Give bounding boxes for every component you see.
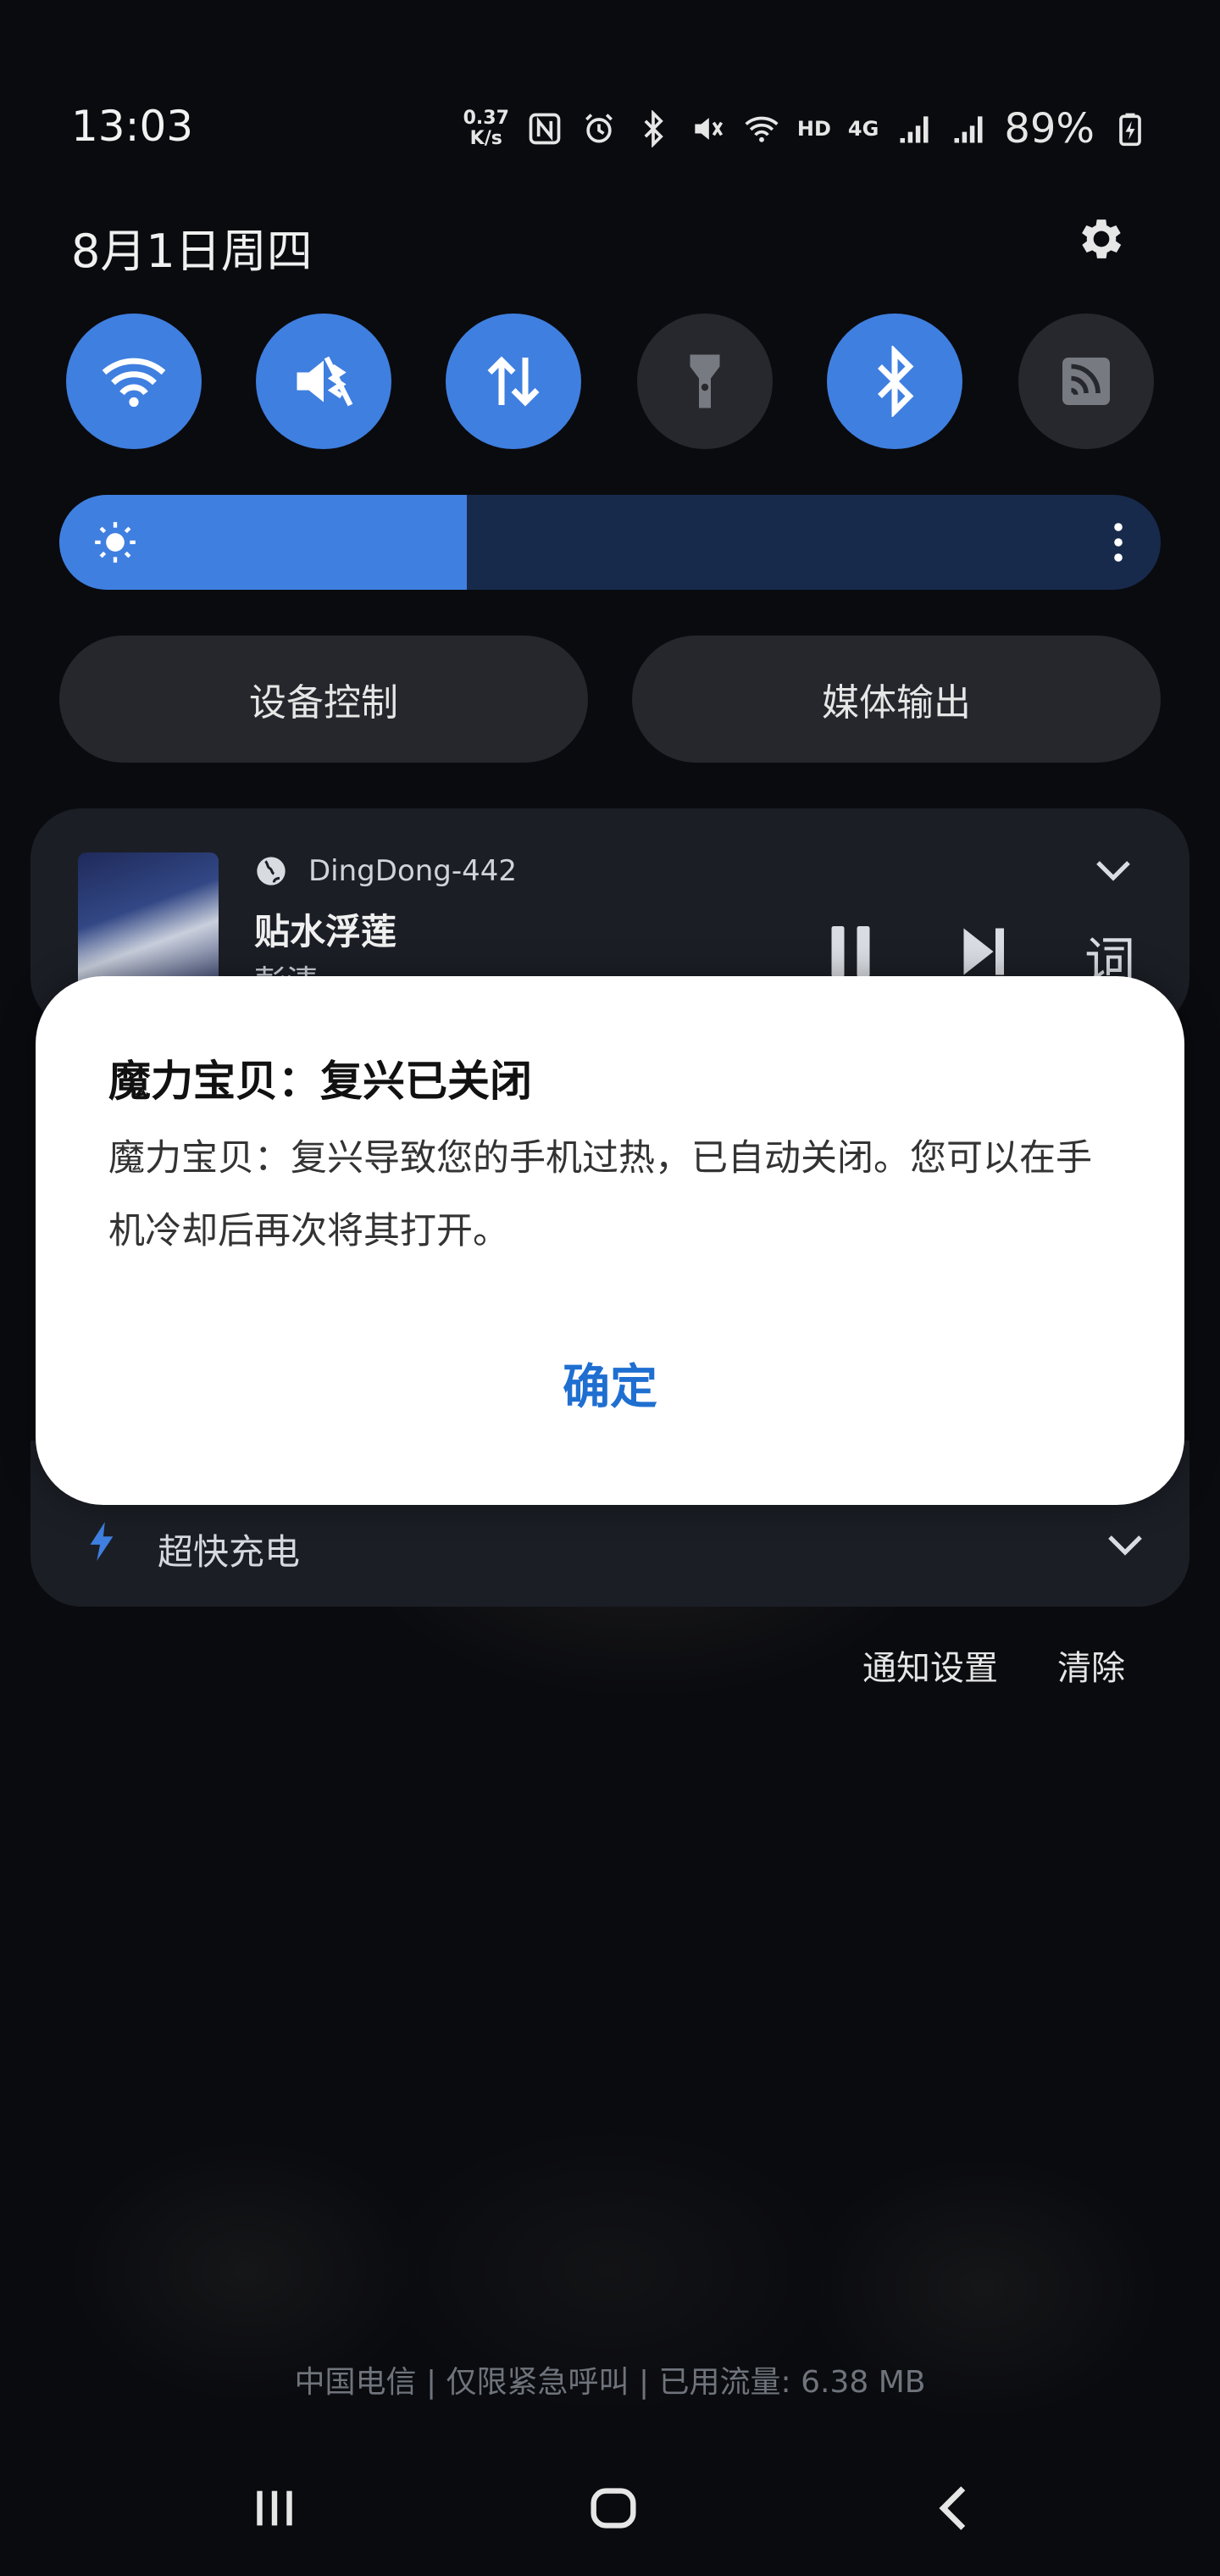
mobile-data-icon [487, 356, 540, 407]
globe-icon [257, 857, 286, 886]
toggle-flashlight[interactable] [637, 314, 773, 449]
flashlight-icon [690, 354, 720, 408]
media-app-name: DingDong-442 [308, 854, 518, 888]
charging-label: 超快充电 [158, 1531, 301, 1573]
wifi-icon [743, 110, 780, 147]
mute-icon [689, 110, 726, 147]
dialog-message: 魔力宝贝：复兴导致您的手机过热，已自动关闭。您可以在手机冷却后再次将其打开。 [108, 1137, 1092, 1252]
chevron-down-icon[interactable] [1093, 856, 1134, 886]
sun-icon [95, 522, 136, 563]
gear-icon[interactable] [1074, 212, 1128, 266]
clear-button[interactable]: 清除 [1057, 1641, 1125, 1690]
notification-settings-button[interactable]: 通知设置 [862, 1641, 998, 1690]
bolt-icon [90, 1522, 114, 1561]
pause-icon[interactable] [825, 922, 876, 981]
media-output-button[interactable]: 媒体输出 [632, 636, 1161, 763]
next-track-icon[interactable] [957, 922, 1008, 981]
status-time: 13:03 [71, 102, 194, 151]
brightness-slider[interactable] [59, 495, 1161, 590]
nfc-icon [526, 110, 563, 147]
home-button[interactable] [580, 2474, 647, 2542]
date-label: 8月1日周四 [71, 225, 313, 278]
bluetooth-icon [635, 109, 672, 148]
home-icon [591, 2488, 636, 2529]
album-art [78, 852, 219, 993]
carrier-info: 中国电信 | 仅限紧急呼叫 | 已用流量: 6.38 MB [294, 2365, 926, 2400]
network-speed: 0.37 K/s [463, 108, 509, 149]
bluetooth-icon [878, 346, 914, 417]
notification-shade: 13:03 0.37 K/s HD 4G 89% 8月1日周四 设备控制 媒体输… [0, 0, 1220, 2576]
dialog-title: 魔力宝贝：复兴已关闭 [108, 1057, 532, 1106]
ok-button[interactable]: 确定 [36, 1341, 1184, 1425]
status-icons: 0.37 K/s HD 4G 89% [463, 105, 1149, 153]
overheat-dialog: 魔力宝贝：复兴已关闭 魔力宝贝：复兴导致您的手机过热，已自动关闭。您可以在手机冷… [36, 976, 1184, 1505]
toggle-mobile-data[interactable] [446, 314, 581, 449]
recent-apps-icon [257, 2490, 292, 2526]
more-options-icon[interactable] [1113, 522, 1123, 563]
signal-icon-2 [950, 110, 987, 147]
back-button[interactable] [922, 2474, 990, 2542]
toggle-bluetooth[interactable] [827, 314, 962, 449]
device-control-button[interactable]: 设备控制 [59, 636, 588, 763]
song-title: 贴水浮莲 [254, 911, 397, 952]
battery-charging-icon [1112, 110, 1149, 147]
signal-icon [896, 110, 933, 147]
alarm-icon [580, 110, 618, 147]
chevron-down-icon[interactable] [1105, 1530, 1145, 1561]
wifi-icon [102, 358, 166, 408]
toggle-wifi[interactable] [66, 314, 202, 449]
battery-percent: 89% [1004, 105, 1095, 153]
toggle-sound[interactable] [256, 314, 391, 449]
recent-apps-button[interactable] [241, 2474, 308, 2542]
toggle-cast[interactable] [1018, 314, 1154, 449]
back-icon [939, 2486, 966, 2530]
lte-label: 4G [847, 117, 879, 141]
cast-icon [1062, 358, 1110, 405]
vibrate-mute-icon [297, 356, 353, 407]
hd-label: HD [796, 117, 831, 141]
